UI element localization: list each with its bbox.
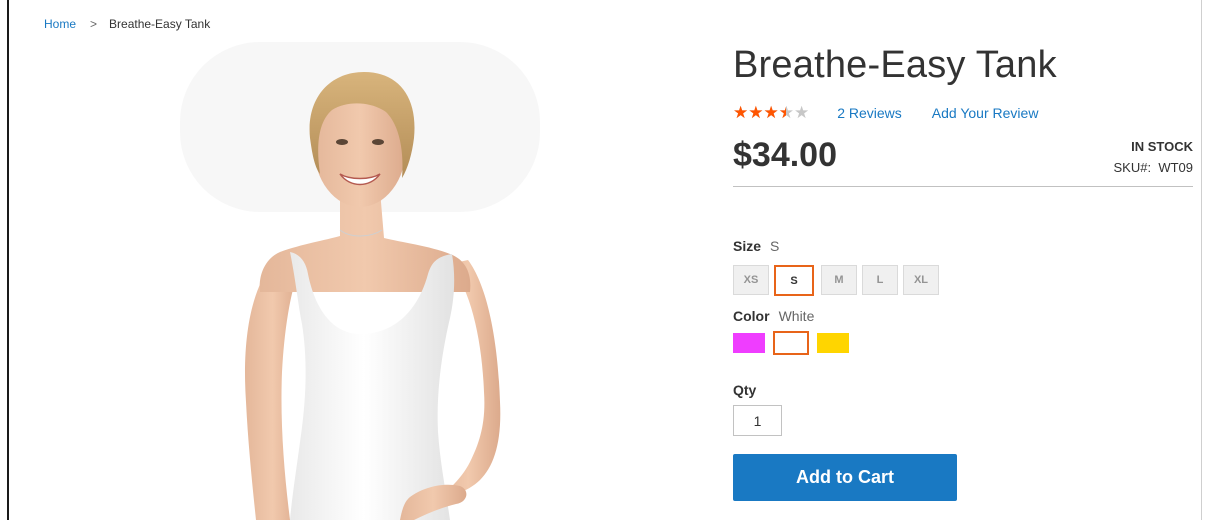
- product-image[interactable]: [150, 42, 570, 520]
- size-option-s[interactable]: S: [774, 265, 814, 296]
- size-attribute-label: Size S: [733, 238, 779, 254]
- color-option-purple[interactable]: [733, 333, 765, 353]
- stock-status: IN STOCK: [1131, 139, 1193, 154]
- price-divider: [733, 186, 1193, 187]
- reviews-link[interactable]: 2 Reviews: [837, 105, 902, 121]
- qty-label: Qty: [733, 382, 757, 398]
- breadcrumb-separator-icon: >: [90, 17, 98, 31]
- color-attribute-label: Color White: [733, 308, 814, 324]
- sku-label: SKU#:: [1113, 160, 1152, 175]
- color-label: Color: [733, 308, 770, 324]
- size-option-l[interactable]: L: [862, 265, 898, 295]
- qty-input[interactable]: [733, 405, 782, 436]
- size-option-xs[interactable]: XS: [733, 265, 769, 295]
- size-selected-value: S: [770, 238, 780, 254]
- product-title: Breathe-Easy Tank: [733, 44, 1057, 86]
- product-photo: [180, 42, 540, 520]
- breadcrumb-home-link[interactable]: Home: [44, 17, 76, 31]
- rating-row: ★★★★★ ★★★★★ 2 Reviews Add Your Review: [733, 104, 1038, 121]
- page-right-border: [1201, 0, 1202, 520]
- sku-value: WT09: [1158, 160, 1193, 175]
- add-review-link[interactable]: Add Your Review: [932, 105, 1039, 121]
- rating-stars-icon: ★★★★★ ★★★★★: [733, 104, 809, 121]
- size-option-xl[interactable]: XL: [903, 265, 939, 295]
- color-swatches: [733, 331, 857, 355]
- color-option-white[interactable]: [773, 331, 809, 355]
- rating-stars-filled: ★★★★★: [733, 104, 786, 121]
- size-label: Size: [733, 238, 762, 254]
- color-selected-value: White: [778, 308, 815, 324]
- size-swatches: XS S M L XL: [733, 265, 944, 296]
- size-option-m[interactable]: M: [821, 265, 857, 295]
- page-left-border: [7, 0, 9, 520]
- product-sku: SKU#: WT09: [1114, 160, 1193, 175]
- add-to-cart-button[interactable]: Add to Cart: [733, 454, 957, 501]
- color-option-yellow[interactable]: [817, 333, 849, 353]
- breadcrumb: Home > Breathe-Easy Tank: [44, 17, 210, 31]
- product-price: $34.00: [733, 136, 837, 174]
- breadcrumb-current: Breathe-Easy Tank: [109, 17, 211, 31]
